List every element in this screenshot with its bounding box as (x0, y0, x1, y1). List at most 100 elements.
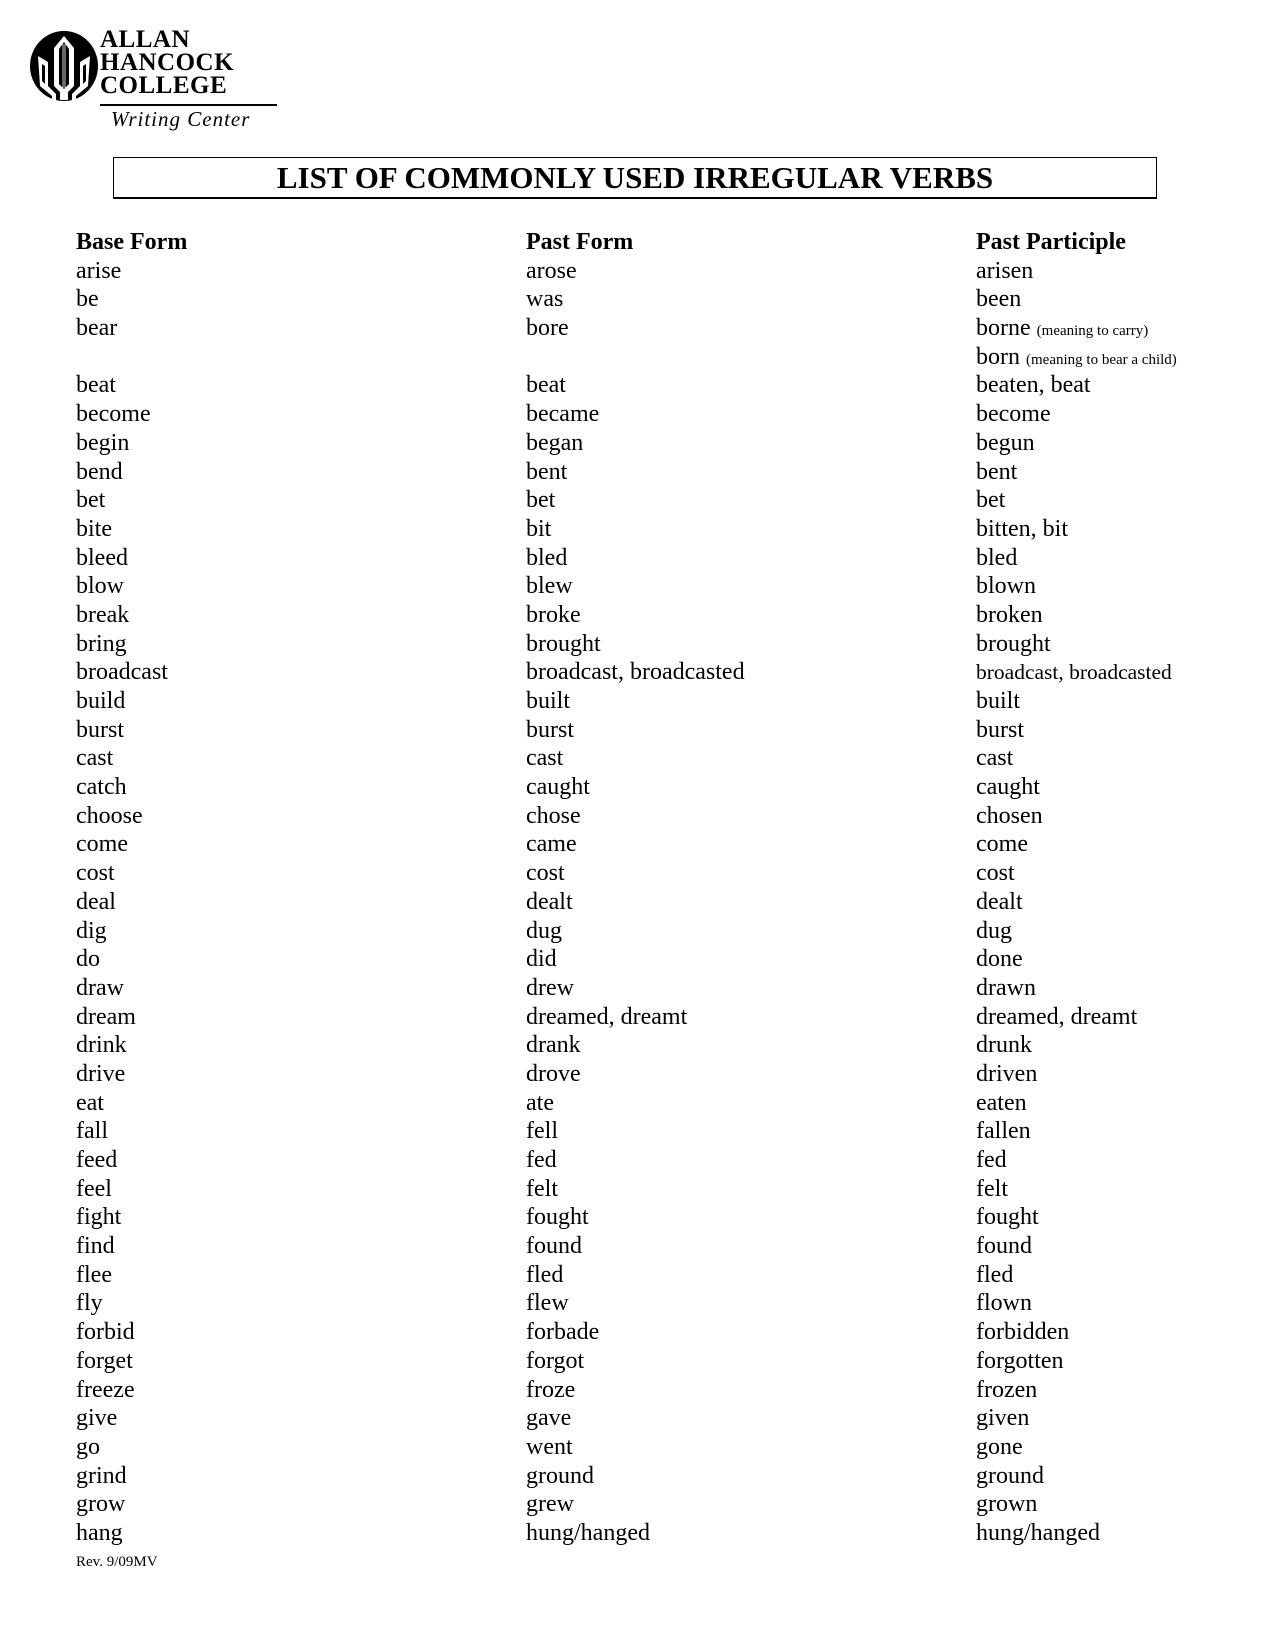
past-form-cell: bet (526, 486, 745, 515)
past-form-cell: bled (526, 544, 745, 573)
verb-text: born (976, 343, 1020, 370)
past-form-cell: fed (526, 1146, 745, 1175)
past-participle-cell: been (976, 285, 1177, 314)
verb-text: dealt (526, 888, 573, 915)
base-form-cell: catch (76, 773, 187, 802)
verb-text: burst (976, 716, 1024, 743)
base-form-cell: build (76, 687, 187, 716)
past-participle-cell: drunk (976, 1031, 1177, 1060)
verb-text: broadcast, broadcasted (976, 660, 1172, 685)
verb-text: forgot (526, 1347, 585, 1374)
past-form-cell: forgot (526, 1347, 745, 1376)
verb-text: been (976, 286, 1022, 313)
verb-text: bleed (76, 544, 128, 571)
verb-text: feed (76, 1147, 118, 1173)
verb-text: cast (526, 745, 564, 772)
verb-text: given (976, 1405, 1030, 1432)
verb-text: bear (76, 315, 118, 342)
verb-text: drive (76, 1060, 126, 1087)
college-emblem-icon (30, 31, 98, 101)
verb-text: arisen (976, 257, 1034, 284)
verb-text: built (976, 688, 1021, 714)
verb-text: fed (526, 1147, 557, 1173)
past-participle-cell: fought (976, 1203, 1177, 1232)
past-form-cell: blew (526, 572, 745, 601)
verb-text: driven (976, 1060, 1038, 1087)
base-form-cell: dream (76, 1003, 187, 1032)
base-form-cell: forget (76, 1347, 187, 1376)
base-form-cell: deal (76, 888, 187, 917)
past-participle-cell: given (976, 1404, 1177, 1433)
verb-text: cost (526, 860, 565, 887)
base-form-cell: drink (76, 1031, 187, 1060)
past-participle-cell: bet (976, 486, 1177, 515)
verb-text: bet (526, 487, 556, 514)
past-form-cell: fought (526, 1203, 745, 1232)
verb-text: burst (526, 716, 574, 743)
verb-text: bite (76, 515, 112, 542)
verb-text: caught (976, 774, 1040, 801)
verb-text: cast (976, 745, 1014, 772)
verb-text: bring (76, 630, 127, 657)
base-form-cell: broadcast (76, 658, 187, 687)
past-participle-cell: chosen (976, 802, 1177, 831)
verb-text: catch (76, 774, 127, 801)
past-participle-cell: broadcast, broadcasted (976, 658, 1177, 687)
verb-text: beaten, beat (976, 372, 1091, 399)
verb-text: fed (976, 1147, 1007, 1173)
college-name-line: ALLAN (100, 26, 191, 53)
past-form-cell: arose (526, 257, 745, 286)
verb-text: fled (526, 1261, 564, 1288)
verb-text: eat (76, 1089, 104, 1116)
past-participle-cell: dug (976, 917, 1177, 946)
past-form-cell: built (526, 687, 745, 716)
verb-text: ground (526, 1462, 594, 1489)
verb-text: done (976, 946, 1023, 973)
verb-text: flee (76, 1261, 112, 1288)
verb-text: chose (526, 802, 581, 829)
verb-text: broken (976, 601, 1043, 628)
verb-text: dig (76, 917, 107, 944)
past-form-cell: flew (526, 1289, 745, 1318)
title-box: LIST OF COMMONLY USED IRREGULAR VERBS (113, 157, 1157, 199)
verb-text: did (526, 946, 557, 973)
verb-text: bore (526, 315, 569, 342)
verb-text: bent (526, 458, 568, 485)
base-form-cell: break (76, 601, 187, 630)
past-form-cell: bore (526, 314, 745, 343)
base-form-cell: give (76, 1404, 187, 1433)
base-form-cell: burst (76, 716, 187, 745)
past-participle-cell: broken (976, 601, 1177, 630)
verb-text: forbid (76, 1319, 135, 1346)
verb-text: build (76, 688, 126, 714)
past-participle-cell: fed (976, 1146, 1177, 1175)
verb-text: cast (76, 745, 114, 772)
verb-text: felt (526, 1175, 558, 1202)
past-form-cell: ate (526, 1089, 745, 1118)
base-form-cell: feed (76, 1146, 187, 1175)
college-logo: ALLAN HANCOCK COLLEGE Writing Center (28, 27, 288, 138)
verb-text: do (76, 946, 100, 973)
past-form-cell: became (526, 400, 745, 429)
verb-text: deal (76, 888, 116, 915)
past-participle-cell: forbidden (976, 1318, 1177, 1347)
verb-text: draw (76, 974, 124, 1001)
verb-text: bet (76, 487, 106, 514)
past-form-cell: caught (526, 773, 745, 802)
past-participle-cell: borne (meaning to carry) (976, 314, 1177, 343)
logo-subtitle: Writing Center (111, 107, 251, 131)
past-form-cell: hung/hanged (526, 1519, 745, 1548)
verb-text: drank (526, 1032, 581, 1059)
verb-text: gave (526, 1405, 572, 1432)
past-form-cell: broadcast, broadcasted (526, 658, 745, 687)
verb-text: dreamed, dreamt (976, 1003, 1138, 1030)
past-participle-cell: forgotten (976, 1347, 1177, 1376)
base-form-cell: bleed (76, 544, 187, 573)
base-form-cell: forbid (76, 1318, 187, 1347)
base-form-cell: blow (76, 572, 187, 601)
verb-text: fled (976, 1261, 1014, 1288)
past-participle-cell: born (meaning to bear a child) (976, 343, 1177, 372)
verb-text: come (976, 831, 1028, 858)
past-participle-cell: fallen (976, 1117, 1177, 1146)
verb-text: broadcast (76, 659, 168, 686)
